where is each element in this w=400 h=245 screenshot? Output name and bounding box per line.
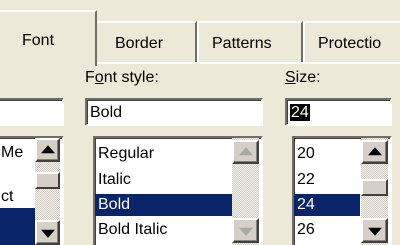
size-label: Size: [285, 69, 321, 86]
list-item[interactable]: Italic [95, 169, 232, 191]
font-style-list[interactable]: Regular Italic Bold Bold Italic [93, 136, 263, 245]
tab-font[interactable]: Font [0, 10, 97, 66]
list-item-selected[interactable]: Bold [95, 194, 232, 216]
list-item[interactable]: 22 [294, 169, 360, 191]
size-field[interactable]: 24 [285, 98, 392, 126]
font-name-field[interactable] [0, 98, 64, 126]
font-style-label: Font style: [85, 69, 159, 86]
tab-border[interactable]: Border [95, 21, 197, 63]
list-item[interactable]: 20 [294, 143, 360, 165]
scroll-up-button[interactable] [361, 140, 388, 164]
tab-border-label: Border [115, 35, 164, 52]
arrow-down-icon [40, 229, 55, 238]
arrow-down-icon [238, 227, 253, 236]
scroll-thumb[interactable] [361, 179, 388, 196]
list-item[interactable]: Bold Italic [95, 219, 232, 241]
list-item-selected[interactable] [0, 208, 35, 245]
font-style-field[interactable]: Bold [85, 98, 263, 126]
tab-font-label: Font [22, 32, 55, 49]
arrow-down-icon [367, 227, 382, 236]
tab-protection[interactable]: Protectio [303, 21, 400, 63]
size-list-scrollbar[interactable] [361, 138, 388, 245]
list-item-selected[interactable]: 24 [294, 194, 360, 216]
list-item[interactable]: 26 [294, 219, 360, 241]
list-item[interactable]: Regular [95, 143, 232, 165]
font-list-scrollbar[interactable] [35, 138, 60, 245]
scroll-thumb[interactable] [35, 172, 60, 189]
tab-patterns-label: Patterns [212, 35, 272, 52]
list-item[interactable]: ct [0, 186, 35, 208]
list-item[interactable] [0, 164, 35, 186]
scroll-down-button[interactable] [361, 218, 388, 243]
font-name-list[interactable]: Me ct [0, 136, 64, 245]
scroll-down-button[interactable] [232, 218, 259, 243]
scroll-down-button[interactable] [35, 220, 60, 245]
arrow-up-icon [40, 145, 55, 154]
arrow-up-icon [238, 147, 253, 156]
font-style-scrollbar[interactable] [232, 138, 259, 245]
tab-patterns[interactable]: Patterns [197, 21, 303, 63]
size-list[interactable]: 20 22 24 26 [292, 136, 392, 245]
arrow-up-icon [367, 147, 382, 156]
scroll-up-button[interactable] [232, 140, 259, 164]
tab-protection-label: Protectio [318, 35, 382, 52]
scroll-up-button[interactable] [35, 138, 60, 162]
list-item[interactable]: Me [0, 142, 35, 164]
